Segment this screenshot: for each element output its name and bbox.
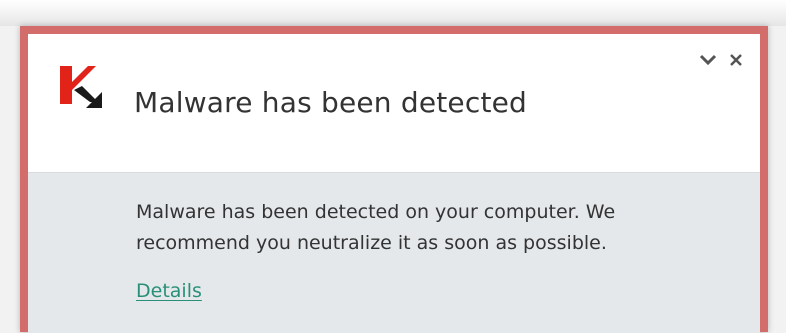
- close-icon: [730, 54, 742, 66]
- notification-message: Malware has been detected on your comput…: [136, 201, 616, 254]
- window-backdrop: [0, 0, 786, 26]
- close-button[interactable]: [724, 48, 748, 72]
- details-link[interactable]: Details: [136, 280, 202, 302]
- kaspersky-logo-icon: [60, 66, 102, 108]
- malware-notification-popup: Malware has been detected Malware has be…: [20, 26, 768, 333]
- notification-header: Malware has been detected: [28, 34, 760, 173]
- chevron-down-icon: [699, 54, 717, 66]
- collapse-button[interactable]: [696, 48, 720, 72]
- notification-title: Malware has been detected: [134, 86, 528, 119]
- notification-body: Malware has been detected on your comput…: [28, 173, 760, 333]
